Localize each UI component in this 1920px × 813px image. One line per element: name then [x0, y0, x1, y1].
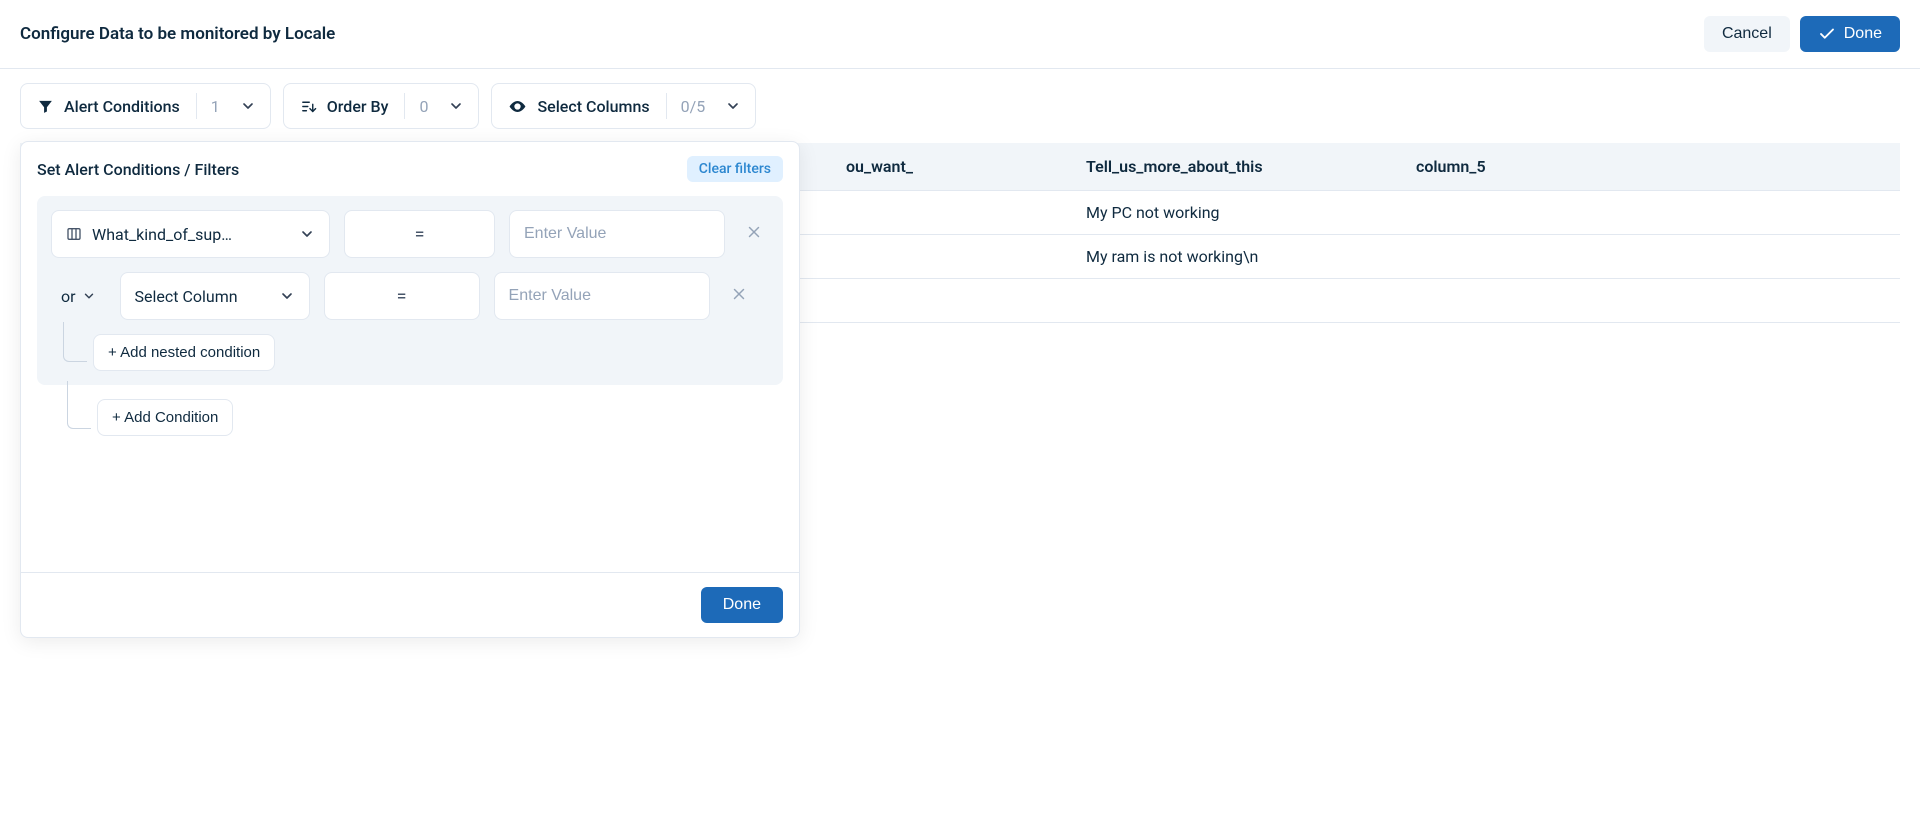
popover-title: Set Alert Conditions / Filters: [37, 160, 239, 179]
select-columns-count: 0/5: [667, 97, 720, 116]
column-select-label: Select Column: [135, 287, 238, 306]
cancel-button[interactable]: Cancel: [1704, 16, 1790, 52]
order-by-label: Order By: [327, 97, 389, 116]
condition-row: or Select Column =: [51, 272, 769, 320]
add-nested-condition-button[interactable]: + Add nested condition: [93, 334, 275, 371]
page-title: Configure Data to be monitored by Locale: [20, 24, 335, 44]
popover-done-button[interactable]: Done: [701, 587, 783, 623]
column-select[interactable]: Select Column: [120, 272, 310, 320]
page-header: Configure Data to be monitored by Locale…: [0, 0, 1920, 69]
join-operator-label: or: [61, 287, 76, 306]
table-cell: [1070, 279, 1400, 323]
close-icon: [745, 223, 763, 245]
table-cell: [830, 279, 1070, 323]
join-operator-select[interactable]: or: [51, 279, 106, 314]
clear-filters-button[interactable]: Clear filters: [687, 156, 783, 182]
close-icon: [730, 285, 748, 307]
condition-group: What_kind_of_sup… =: [37, 196, 783, 385]
remove-condition-button[interactable]: [739, 217, 769, 251]
done-button-label: Done: [1844, 25, 1882, 43]
add-condition-button[interactable]: + Add Condition: [97, 399, 233, 436]
column-header: column_5: [1400, 143, 1900, 191]
chevron-down-icon: [442, 98, 478, 114]
operator-select[interactable]: =: [324, 272, 480, 320]
column-header: Tell_us_more_about_this: [1070, 143, 1400, 191]
operator-select[interactable]: =: [344, 210, 495, 258]
chevron-down-icon: [299, 226, 315, 242]
select-columns-label: Select Columns: [537, 97, 649, 116]
remove-condition-button[interactable]: [724, 279, 754, 313]
column-select-label: What_kind_of_sup…: [92, 225, 232, 244]
tree-connector: [63, 322, 87, 362]
condition-row: What_kind_of_sup… =: [51, 210, 769, 258]
alert-conditions-label: Alert Conditions: [64, 97, 180, 116]
toolbar: Alert Conditions 1 Order By 0 Select Col…: [0, 69, 1920, 143]
check-icon: [1818, 25, 1836, 43]
column-header: ou_want_: [830, 143, 1070, 191]
table-cell: My PC not working: [1070, 191, 1400, 235]
add-nested-wrap: + Add nested condition: [51, 334, 769, 371]
value-input[interactable]: [509, 210, 725, 258]
table-cell: My ram is not working\n: [1070, 235, 1400, 279]
value-input[interactable]: [494, 272, 710, 320]
table-cell: [1400, 235, 1900, 279]
table-cell: [1400, 191, 1900, 235]
sort-icon: [300, 98, 317, 115]
select-columns-select[interactable]: Select Columns 0/5: [491, 83, 756, 129]
chevron-down-icon: [82, 289, 96, 303]
column-select[interactable]: What_kind_of_sup…: [51, 210, 330, 258]
order-by-select[interactable]: Order By 0: [283, 83, 480, 129]
add-condition-wrap: + Add Condition: [37, 399, 783, 436]
chevron-down-icon: [234, 98, 270, 114]
chevron-down-icon: [719, 98, 755, 114]
order-by-count: 0: [405, 97, 442, 116]
alert-conditions-select[interactable]: Alert Conditions 1: [20, 83, 271, 129]
alert-conditions-count: 1: [197, 97, 234, 116]
table-cell: [1400, 279, 1900, 323]
alert-conditions-popover: Set Alert Conditions / Filters Clear fil…: [20, 141, 800, 638]
table-cell: [830, 191, 1070, 235]
done-button[interactable]: Done: [1800, 16, 1900, 52]
filter-icon: [37, 98, 54, 115]
table-cell: [830, 235, 1070, 279]
chevron-down-icon: [279, 288, 295, 304]
tree-connector: [67, 381, 91, 429]
column-icon: [66, 226, 82, 242]
header-actions: Cancel Done: [1704, 16, 1900, 52]
eye-icon: [508, 97, 527, 116]
